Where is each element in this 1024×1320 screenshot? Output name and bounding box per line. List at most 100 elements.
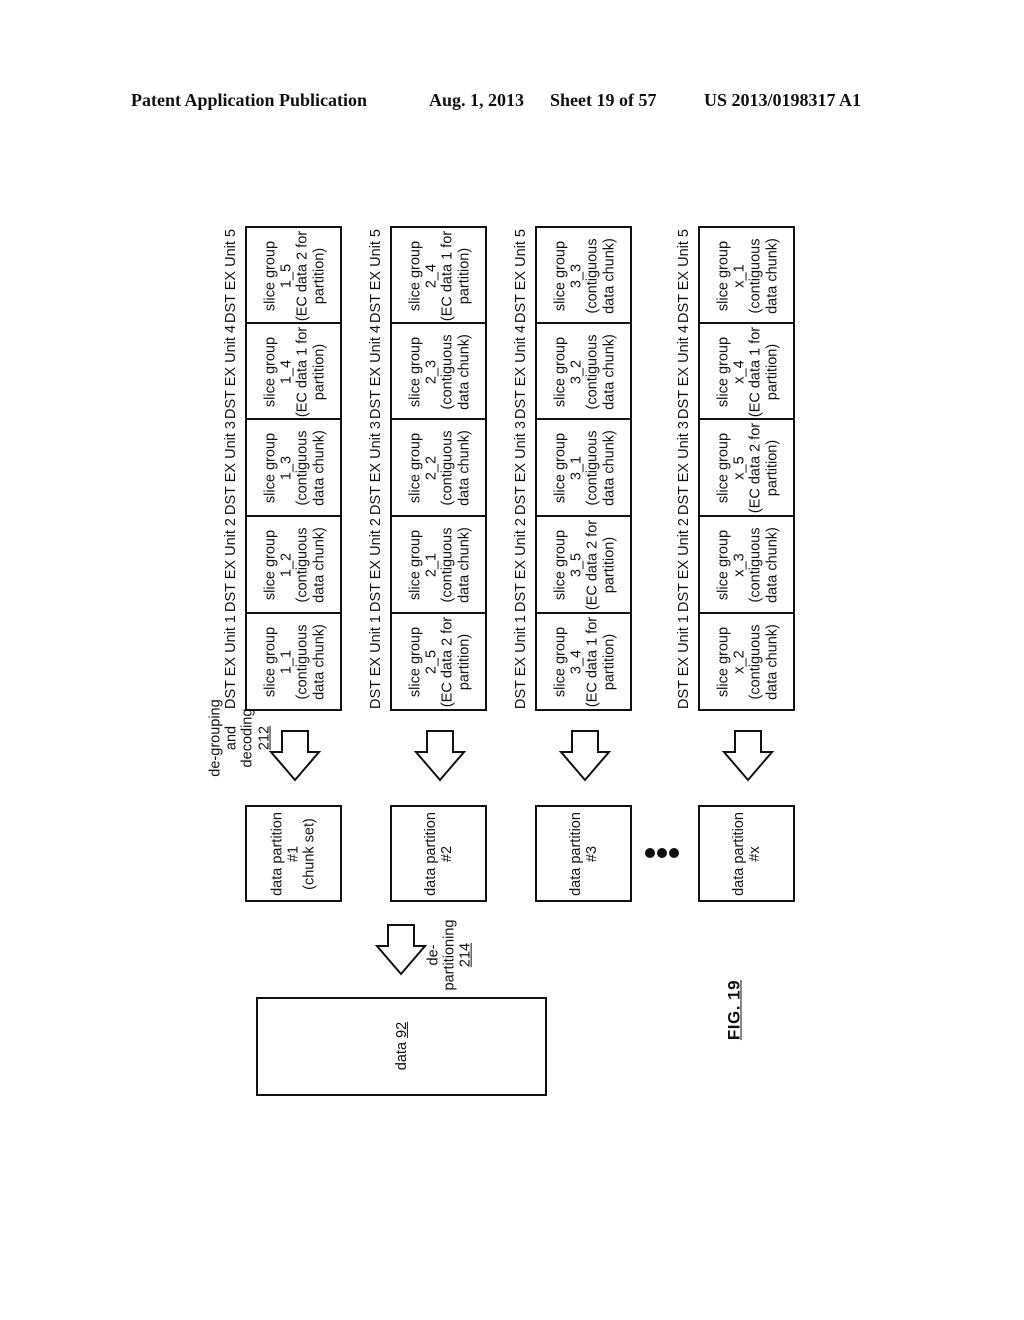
partition-line1: data partition <box>422 811 439 896</box>
slice-group-desc2: data chunk) <box>455 526 472 603</box>
slice-group-desc1: (contiguous <box>439 430 456 505</box>
unit-label: DST EX Unit 5 <box>512 228 529 323</box>
slice-group-desc1: (contiguous <box>584 334 601 409</box>
slice-group-desc2: data chunk) <box>455 429 472 506</box>
slice-group-desc2: data chunk) <box>310 429 327 506</box>
cell-divider <box>698 322 795 324</box>
partition-line3: (chunk set) <box>301 817 318 890</box>
slice-group-desc2: partition) <box>455 633 472 690</box>
slice-group-cell: slice group 3_4 (EC data 1 for partition) <box>552 616 617 706</box>
unit-label: DST EX Unit 4 <box>367 324 384 419</box>
unit-label: DST EX Unit 1 <box>222 614 239 709</box>
slice-group-title: slice group <box>262 240 279 311</box>
slice-group-desc2: partition) <box>310 343 327 400</box>
slice-group-id: 2_4 <box>423 263 440 288</box>
partition-line1: data partition <box>567 811 584 896</box>
slice-group-cell: slice group x_2 (contiguous data chunk) <box>715 624 780 700</box>
slice-group-title: slice group <box>552 240 569 311</box>
slice-group-desc2: data chunk) <box>763 623 780 700</box>
publication-type: Patent Application Publication <box>131 90 368 110</box>
slice-group-desc1: (contiguous <box>294 527 311 602</box>
slice-group-id: 1_5 <box>278 263 295 288</box>
unit-label: DST EX Unit 2 <box>512 517 529 612</box>
cell-divider <box>245 612 342 614</box>
slice-group-id: 2_2 <box>423 455 440 480</box>
cell-divider <box>390 515 487 517</box>
slice-group-title: slice group <box>262 529 279 600</box>
slice-group-desc2: partition) <box>310 247 327 304</box>
unit-label: DST EX Unit 2 <box>675 517 692 612</box>
unit-label: DST EX Unit 3 <box>222 420 239 515</box>
slice-group-id: 1_3 <box>278 455 295 480</box>
slice-group-desc2: partition) <box>455 247 472 304</box>
slice-group-cell: slice group 2_5 (EC data 2 for partition) <box>407 616 472 706</box>
slice-group-cell: slice group 2_1 (contiguous data chunk) <box>407 527 472 603</box>
slice-group-desc1: (EC data 2 for <box>294 230 311 321</box>
partition-line2: #x <box>746 845 763 862</box>
degrouping-line3: decoding <box>240 708 256 768</box>
slice-group-desc1: (contiguous <box>747 238 764 313</box>
slice-group-title: slice group <box>715 626 732 697</box>
partition-line2: #2 <box>438 845 455 862</box>
unit-label: DST EX Unit 3 <box>512 420 529 515</box>
slice-group-desc2: partition) <box>763 439 780 496</box>
slice-group-title: slice group <box>407 529 424 600</box>
slice-group-desc1: (EC data 1 for <box>747 326 764 417</box>
slice-group-cell: slice group 2_2 (contiguous data chunk) <box>407 430 472 506</box>
slice-group-cell: slice group x_1 (contiguous data chunk) <box>715 238 780 314</box>
slice-group-desc2: partition) <box>600 633 617 690</box>
unit-label: DST EX Unit 2 <box>222 517 239 612</box>
departitioning-line1: de- <box>425 944 442 966</box>
slice-group-title: slice group <box>715 529 732 600</box>
slice-group-desc2: data chunk) <box>763 237 780 314</box>
cell-divider <box>245 322 342 324</box>
slice-group-cell: slice group 1_5 (EC data 2 for partition) <box>262 230 327 320</box>
sheet-number: Sheet 19 of 57 <box>550 90 657 110</box>
data-ref: 92 <box>393 1021 410 1038</box>
cell-divider <box>535 515 632 517</box>
unit-label: DST EX Unit 5 <box>367 228 384 323</box>
slice-group-cell: slice group x_5 (EC data 2 for partition) <box>715 422 780 512</box>
slice-group-id: x_3 <box>731 552 748 577</box>
departitioning-ref: 214 <box>458 942 475 968</box>
degrouping-line2: and <box>223 725 240 751</box>
degrouping-arrow-icon <box>413 730 466 782</box>
slice-group-desc2: data chunk) <box>455 333 472 410</box>
cell-divider <box>698 515 795 517</box>
figure-label: FIG. 19 <box>724 979 744 1041</box>
slice-group-desc1: (contiguous <box>439 527 456 602</box>
data-box-label: data 92 <box>394 1022 410 1070</box>
slice-group-id: 1_2 <box>278 552 295 577</box>
cell-divider <box>390 322 487 324</box>
slice-group-cell: slice group x_3 (contiguous data chunk) <box>715 527 780 603</box>
departitioning-line2: partitioning <box>441 919 458 991</box>
data-label: data <box>393 1041 410 1071</box>
slice-group-title: slice group <box>715 336 732 407</box>
slice-group-id: 3_5 <box>568 552 585 577</box>
departitioning-label: de- partitioning 214 <box>426 920 475 991</box>
cell-divider <box>698 612 795 614</box>
unit-label: DST EX Unit 1 <box>512 614 529 709</box>
patent-number: US 2013/0198317 A1 <box>704 90 862 110</box>
data-partition-label: data partition #3 <box>567 812 599 896</box>
cell-divider <box>535 612 632 614</box>
slice-group-cell: slice group 1_4 (EC data 1 for partition) <box>262 326 327 416</box>
departitioning-arrow-icon <box>375 924 427 976</box>
slice-group-title: slice group <box>407 432 424 503</box>
slice-group-id: 3_2 <box>568 359 585 384</box>
slice-group-title: slice group <box>262 336 279 407</box>
cell-divider <box>698 418 795 420</box>
slice-group-cell: slice group 2_3 (contiguous data chunk) <box>407 334 472 410</box>
cell-divider <box>245 515 342 517</box>
publication-date: Aug. 1, 2013 <box>429 90 525 110</box>
unit-label: DST EX Unit 2 <box>367 517 384 612</box>
slice-group-desc1: (contiguous <box>294 430 311 505</box>
slice-group-desc1: (EC data 2 for <box>439 616 456 707</box>
degrouping-arrow-icon <box>558 730 611 782</box>
slice-group-cell: slice group 1_1 (contiguous data chunk) <box>262 624 327 700</box>
slice-group-cell: slice group 1_2 (contiguous data chunk) <box>262 527 327 603</box>
slice-group-title: slice group <box>407 336 424 407</box>
slice-group-id: x_5 <box>731 455 748 480</box>
partition-line1: data partition <box>730 811 747 896</box>
slice-group-cell: slice group 3_1 (contiguous data chunk) <box>552 430 617 506</box>
